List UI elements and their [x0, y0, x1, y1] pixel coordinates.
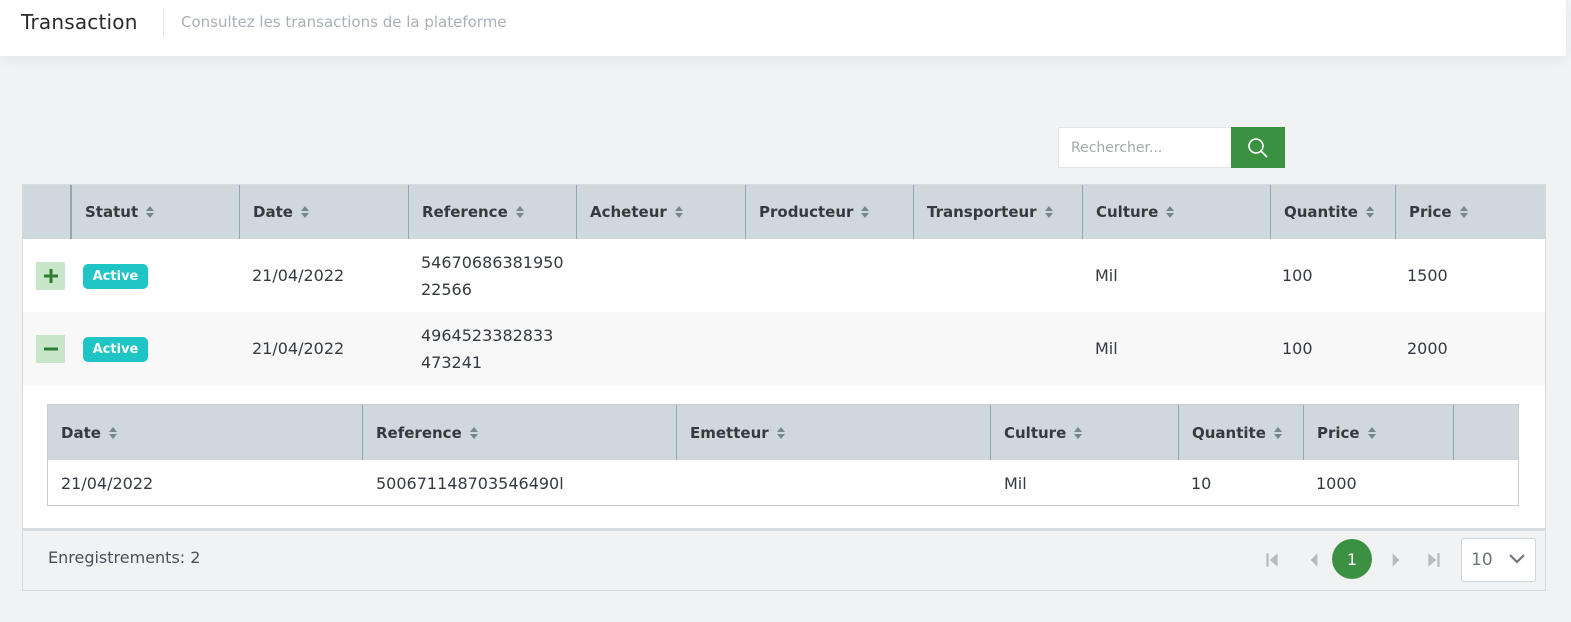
transactions-table: Statut Date Reference Acheteur Producteu…: [22, 184, 1546, 591]
column-label: Reference: [422, 203, 508, 221]
cell-quantite: 100: [1282, 266, 1313, 285]
sort-icon: [1273, 426, 1282, 439]
column-header-culture[interactable]: Culture: [1083, 185, 1271, 239]
search-button[interactable]: [1231, 127, 1285, 168]
sort-icon: [776, 426, 785, 439]
next-page-icon[interactable]: [1388, 551, 1404, 569]
cell-reference: 4964523382833 473241: [421, 312, 571, 385]
sort-icon: [1365, 206, 1374, 218]
column-label: Statut: [85, 203, 139, 221]
rows-per-page-select[interactable]: 10: [1461, 538, 1536, 582]
chevron-down-icon: [1509, 554, 1525, 564]
sort-icon: [861, 206, 870, 218]
reference-line: 4964523382833: [421, 325, 554, 345]
cell-culture: Mil: [1095, 339, 1118, 358]
expand-row-button[interactable]: [36, 262, 65, 290]
detail-column-header-emetteur[interactable]: Emetteur: [677, 405, 991, 460]
cell-quantite: 100: [1282, 339, 1313, 358]
page-subtitle: Consultez les transactions de la platefo…: [181, 13, 507, 31]
cell-price: 1500: [1407, 266, 1448, 285]
status-badge: Active: [83, 337, 148, 362]
top-bar: Transaction Consultez les transactions d…: [0, 0, 1566, 56]
detail-cell-quantite: 10: [1191, 473, 1212, 493]
sort-icon: [674, 206, 683, 218]
column-label: Reference: [376, 423, 462, 442]
column-label: Producteur: [759, 203, 854, 221]
rows-per-page-value: 10: [1471, 550, 1493, 570]
first-page-icon[interactable]: [1264, 551, 1280, 569]
table-row: Active 21/04/2022 54670686381950 22566 Mi…: [23, 239, 1545, 312]
column-header-price[interactable]: Price: [1396, 185, 1545, 239]
sort-icon: [300, 206, 309, 218]
minus-icon: [43, 347, 58, 351]
search-input[interactable]: [1058, 127, 1231, 168]
table-header: Statut Date Reference Acheteur Producteu…: [23, 185, 1545, 239]
column-header-producteur[interactable]: Producteur: [746, 185, 914, 239]
sort-icon: [108, 426, 117, 439]
detail-column-header-price[interactable]: Price: [1304, 405, 1454, 460]
cell-price: 2000: [1407, 339, 1448, 358]
column-header-date[interactable]: Date: [240, 185, 409, 239]
detail-cell-price: 1000: [1316, 473, 1357, 493]
detail-column-header-date[interactable]: Date: [48, 405, 363, 460]
search-bar: [1058, 127, 1285, 168]
sort-icon: [1074, 426, 1083, 439]
column-label: Quantite: [1284, 203, 1358, 221]
table-footer: Enregistrements: 2 1 10: [23, 528, 1545, 590]
reference-line: 473241: [421, 352, 483, 372]
sort-icon: [1367, 426, 1376, 439]
cell-reference: 54670686381950 22566: [421, 239, 571, 312]
title-divider: [163, 8, 164, 36]
page-title: Transaction: [21, 10, 138, 34]
expander-header: [23, 185, 72, 239]
column-header-statut[interactable]: Statut: [72, 185, 240, 239]
sort-icon: [515, 206, 524, 218]
cell-date: 21/04/2022: [252, 266, 345, 285]
status-badge: Active: [83, 264, 148, 289]
detail-column-header-reference[interactable]: Reference: [363, 405, 677, 460]
reference-line: 54670686381950: [421, 252, 564, 272]
table-row: Active 21/04/2022 4964523382833 473241 Mi…: [23, 312, 1545, 385]
column-label: Quantite: [1192, 423, 1266, 442]
column-label: Transporteur: [927, 203, 1037, 221]
last-page-icon[interactable]: [1426, 551, 1442, 569]
sort-icon: [146, 206, 155, 218]
detail-cell-reference: 500671148703546490l: [376, 473, 564, 493]
plus-icon: [43, 269, 58, 283]
reference-line: 22566: [421, 279, 472, 299]
column-label: Date: [253, 203, 293, 221]
column-header-acheteur[interactable]: Acheteur: [577, 185, 746, 239]
column-header-transporteur[interactable]: Transporteur: [914, 185, 1083, 239]
page-button-current[interactable]: 1: [1332, 539, 1372, 579]
cell-date: 21/04/2022: [252, 339, 345, 358]
column-label: Culture: [1096, 203, 1159, 221]
column-label: Emetteur: [690, 423, 769, 442]
column-label: Culture: [1004, 423, 1067, 442]
sort-icon: [1044, 206, 1053, 218]
detail-column-header-empty: [1454, 405, 1518, 460]
sort-icon: [1459, 206, 1468, 218]
column-header-reference[interactable]: Reference: [409, 185, 577, 239]
sort-icon: [1166, 206, 1175, 218]
column-label: Date: [61, 423, 101, 442]
previous-page-icon[interactable]: [1306, 551, 1322, 569]
search-icon: [1248, 137, 1268, 158]
cell-culture: Mil: [1095, 266, 1118, 285]
detail-cell-culture: Mil: [1004, 473, 1027, 493]
detail-column-header-quantite[interactable]: Quantite: [1179, 405, 1304, 460]
sort-icon: [469, 426, 478, 439]
detail-column-header-culture[interactable]: Culture: [991, 405, 1179, 460]
row-detail-table: Date Reference Emetteur Culture Quantite…: [47, 404, 1519, 506]
column-label: Price: [1317, 423, 1360, 442]
detail-cell-date: 21/04/2022: [61, 473, 154, 493]
record-count: Enregistrements: 2: [48, 548, 201, 567]
detail-table-header: Date Reference Emetteur Culture Quantite…: [48, 405, 1518, 460]
column-header-quantite[interactable]: Quantite: [1271, 185, 1396, 239]
column-label: Acheteur: [590, 203, 667, 221]
column-label: Price: [1409, 203, 1452, 221]
collapse-row-button[interactable]: [36, 335, 65, 363]
